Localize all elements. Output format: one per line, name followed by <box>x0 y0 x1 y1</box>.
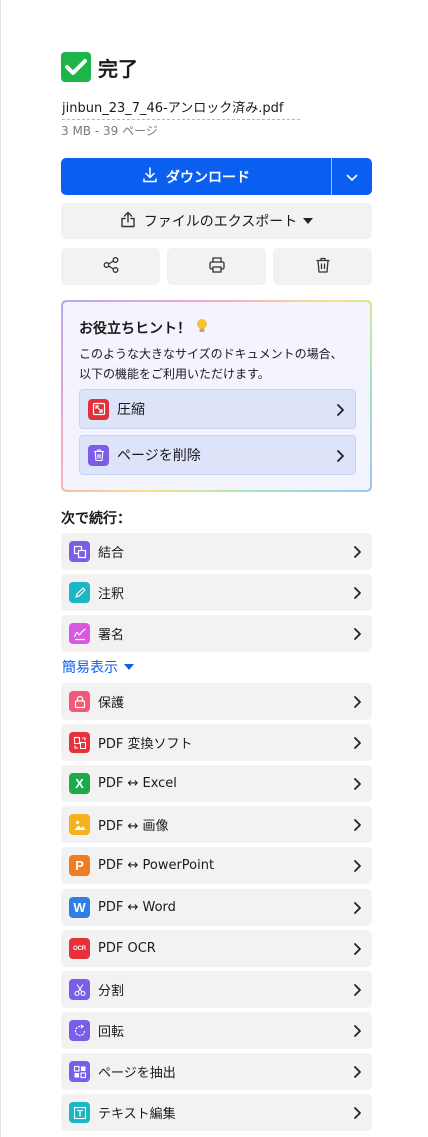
tool-label: 分割 <box>98 984 125 999</box>
chevron-right-icon <box>353 817 362 836</box>
file-name[interactable]: jinbun_23_7_46-アンロック済み.pdf <box>62 97 300 120</box>
download-icon <box>142 166 158 187</box>
edit-text-icon <box>69 1102 90 1123</box>
tool-protect[interactable]: 保護 <box>61 683 372 720</box>
file-meta: 3 MB - 39 ページ <box>61 124 158 138</box>
tool-label: ページを抽出 <box>98 1066 176 1081</box>
chevron-right-icon <box>353 735 362 754</box>
export-icon <box>120 211 136 232</box>
image-icon <box>69 814 90 835</box>
chevron-right-icon <box>336 448 345 467</box>
print-icon <box>208 256 226 278</box>
ocr-icon: OCR <box>69 938 90 959</box>
hint-title: お役立ちヒント！ <box>79 318 208 338</box>
chevron-right-icon <box>353 982 362 1001</box>
hint-card: お役立ちヒント！ このような大きなサイズのドキュメントの場合、以下の機能をご利用… <box>61 300 372 492</box>
tool-label: 回転 <box>98 1025 125 1040</box>
convert-icon <box>69 732 90 753</box>
tool-label: PDF ↔ PowerPoint <box>98 858 215 873</box>
hint-item-label: 圧縮 <box>117 402 145 418</box>
tool-label: PDF 変換ソフト <box>98 737 193 752</box>
hint-item-label: ページを削除 <box>117 448 201 464</box>
chevron-down-icon <box>346 167 358 186</box>
simple-view-label: 簡易表示 <box>62 660 118 676</box>
status-title: 完了 <box>98 56 138 81</box>
tool-sign[interactable]: 署名 <box>61 615 372 652</box>
lightbulb-icon <box>196 318 208 338</box>
hint-item-compress[interactable]: 圧縮 <box>79 389 356 429</box>
tool-label: 結合 <box>98 546 125 561</box>
share-icon <box>102 256 120 278</box>
chevron-right-icon <box>353 544 362 563</box>
chevron-right-icon <box>336 402 345 421</box>
tool-extract-pages[interactable]: ページを抽出 <box>61 1053 372 1090</box>
status-header: 完了 <box>61 51 138 83</box>
extract-icon <box>69 1061 90 1082</box>
simple-view-toggle[interactable]: 簡易表示 <box>62 657 134 677</box>
merge-icon <box>69 541 90 562</box>
rotate-icon <box>69 1020 90 1041</box>
tool-pdf-image[interactable]: PDF ↔ 画像 <box>61 806 372 843</box>
tool-pdf-ocr[interactable]: OCR PDF OCR <box>61 930 372 967</box>
hint-text: このような大きなサイズのドキュメントの場合、以下の機能をご利用いただけます。 <box>79 347 343 381</box>
chevron-right-icon <box>353 941 362 960</box>
hint-item-delete-pages[interactable]: ページを削除 <box>79 435 356 475</box>
tool-label: PDF ↔ Word <box>98 900 176 915</box>
annotate-icon <box>69 582 90 603</box>
chevron-right-icon <box>353 900 362 919</box>
check-icon <box>61 52 91 82</box>
download-label: ダウンロード <box>166 169 250 186</box>
continue-label: 次で続行： <box>61 511 131 527</box>
export-label: ファイルのエクスポート <box>143 214 298 230</box>
tool-label: PDF ↔ Excel <box>98 776 177 791</box>
tool-label: 注釈 <box>98 587 125 602</box>
download-button-group: ダウンロード <box>61 158 372 195</box>
tool-annotate[interactable]: 注釈 <box>61 574 372 611</box>
excel-icon: X <box>69 773 90 794</box>
trash-icon <box>314 256 332 278</box>
download-options-button[interactable] <box>332 158 372 195</box>
chevron-right-icon <box>353 1064 362 1083</box>
hint-title-text: お役立ちヒント！ <box>79 321 191 337</box>
share-button[interactable] <box>61 248 160 285</box>
dropdown-caret-icon <box>303 218 314 224</box>
tool-label: テキスト編集 <box>98 1107 176 1122</box>
chevron-right-icon <box>353 585 362 604</box>
tool-pdf-converter[interactable]: PDF 変換ソフト <box>61 724 372 761</box>
tool-edit-text[interactable]: テキスト編集 <box>61 1094 372 1131</box>
chevron-right-icon <box>353 694 362 713</box>
tool-label: 保護 <box>98 696 125 711</box>
download-button[interactable]: ダウンロード <box>61 158 332 195</box>
lock-icon <box>69 691 90 712</box>
tool-pdf-powerpoint[interactable]: P PDF ↔ PowerPoint <box>61 847 372 884</box>
tool-label: PDF ↔ 画像 <box>98 819 169 834</box>
tool-pdf-excel[interactable]: X PDF ↔ Excel <box>61 765 372 802</box>
chevron-right-icon <box>353 776 362 795</box>
print-button[interactable] <box>167 248 266 285</box>
tool-merge[interactable]: 結合 <box>61 533 372 570</box>
powerpoint-icon: P <box>69 855 90 876</box>
tool-label: PDF OCR <box>98 941 156 956</box>
tool-split[interactable]: 分割 <box>61 971 372 1008</box>
quick-actions <box>61 248 372 285</box>
page-divider <box>0 0 1 1137</box>
sign-icon <box>69 623 90 644</box>
chevron-right-icon <box>353 626 362 645</box>
delete-button[interactable] <box>273 248 372 285</box>
chevron-right-icon <box>353 858 362 877</box>
compress-icon <box>88 398 109 420</box>
word-icon: W <box>69 897 90 918</box>
tool-pdf-word[interactable]: W PDF ↔ Word <box>61 889 372 926</box>
caret-down-icon <box>124 664 134 670</box>
chevron-right-icon <box>353 1105 362 1124</box>
tool-rotate[interactable]: 回転 <box>61 1012 372 1049</box>
tool-label: 署名 <box>98 628 125 643</box>
export-button[interactable]: ファイルのエクスポート <box>61 203 372 239</box>
split-icon <box>69 979 90 1000</box>
chevron-right-icon <box>353 1023 362 1042</box>
trash-icon <box>88 444 109 466</box>
